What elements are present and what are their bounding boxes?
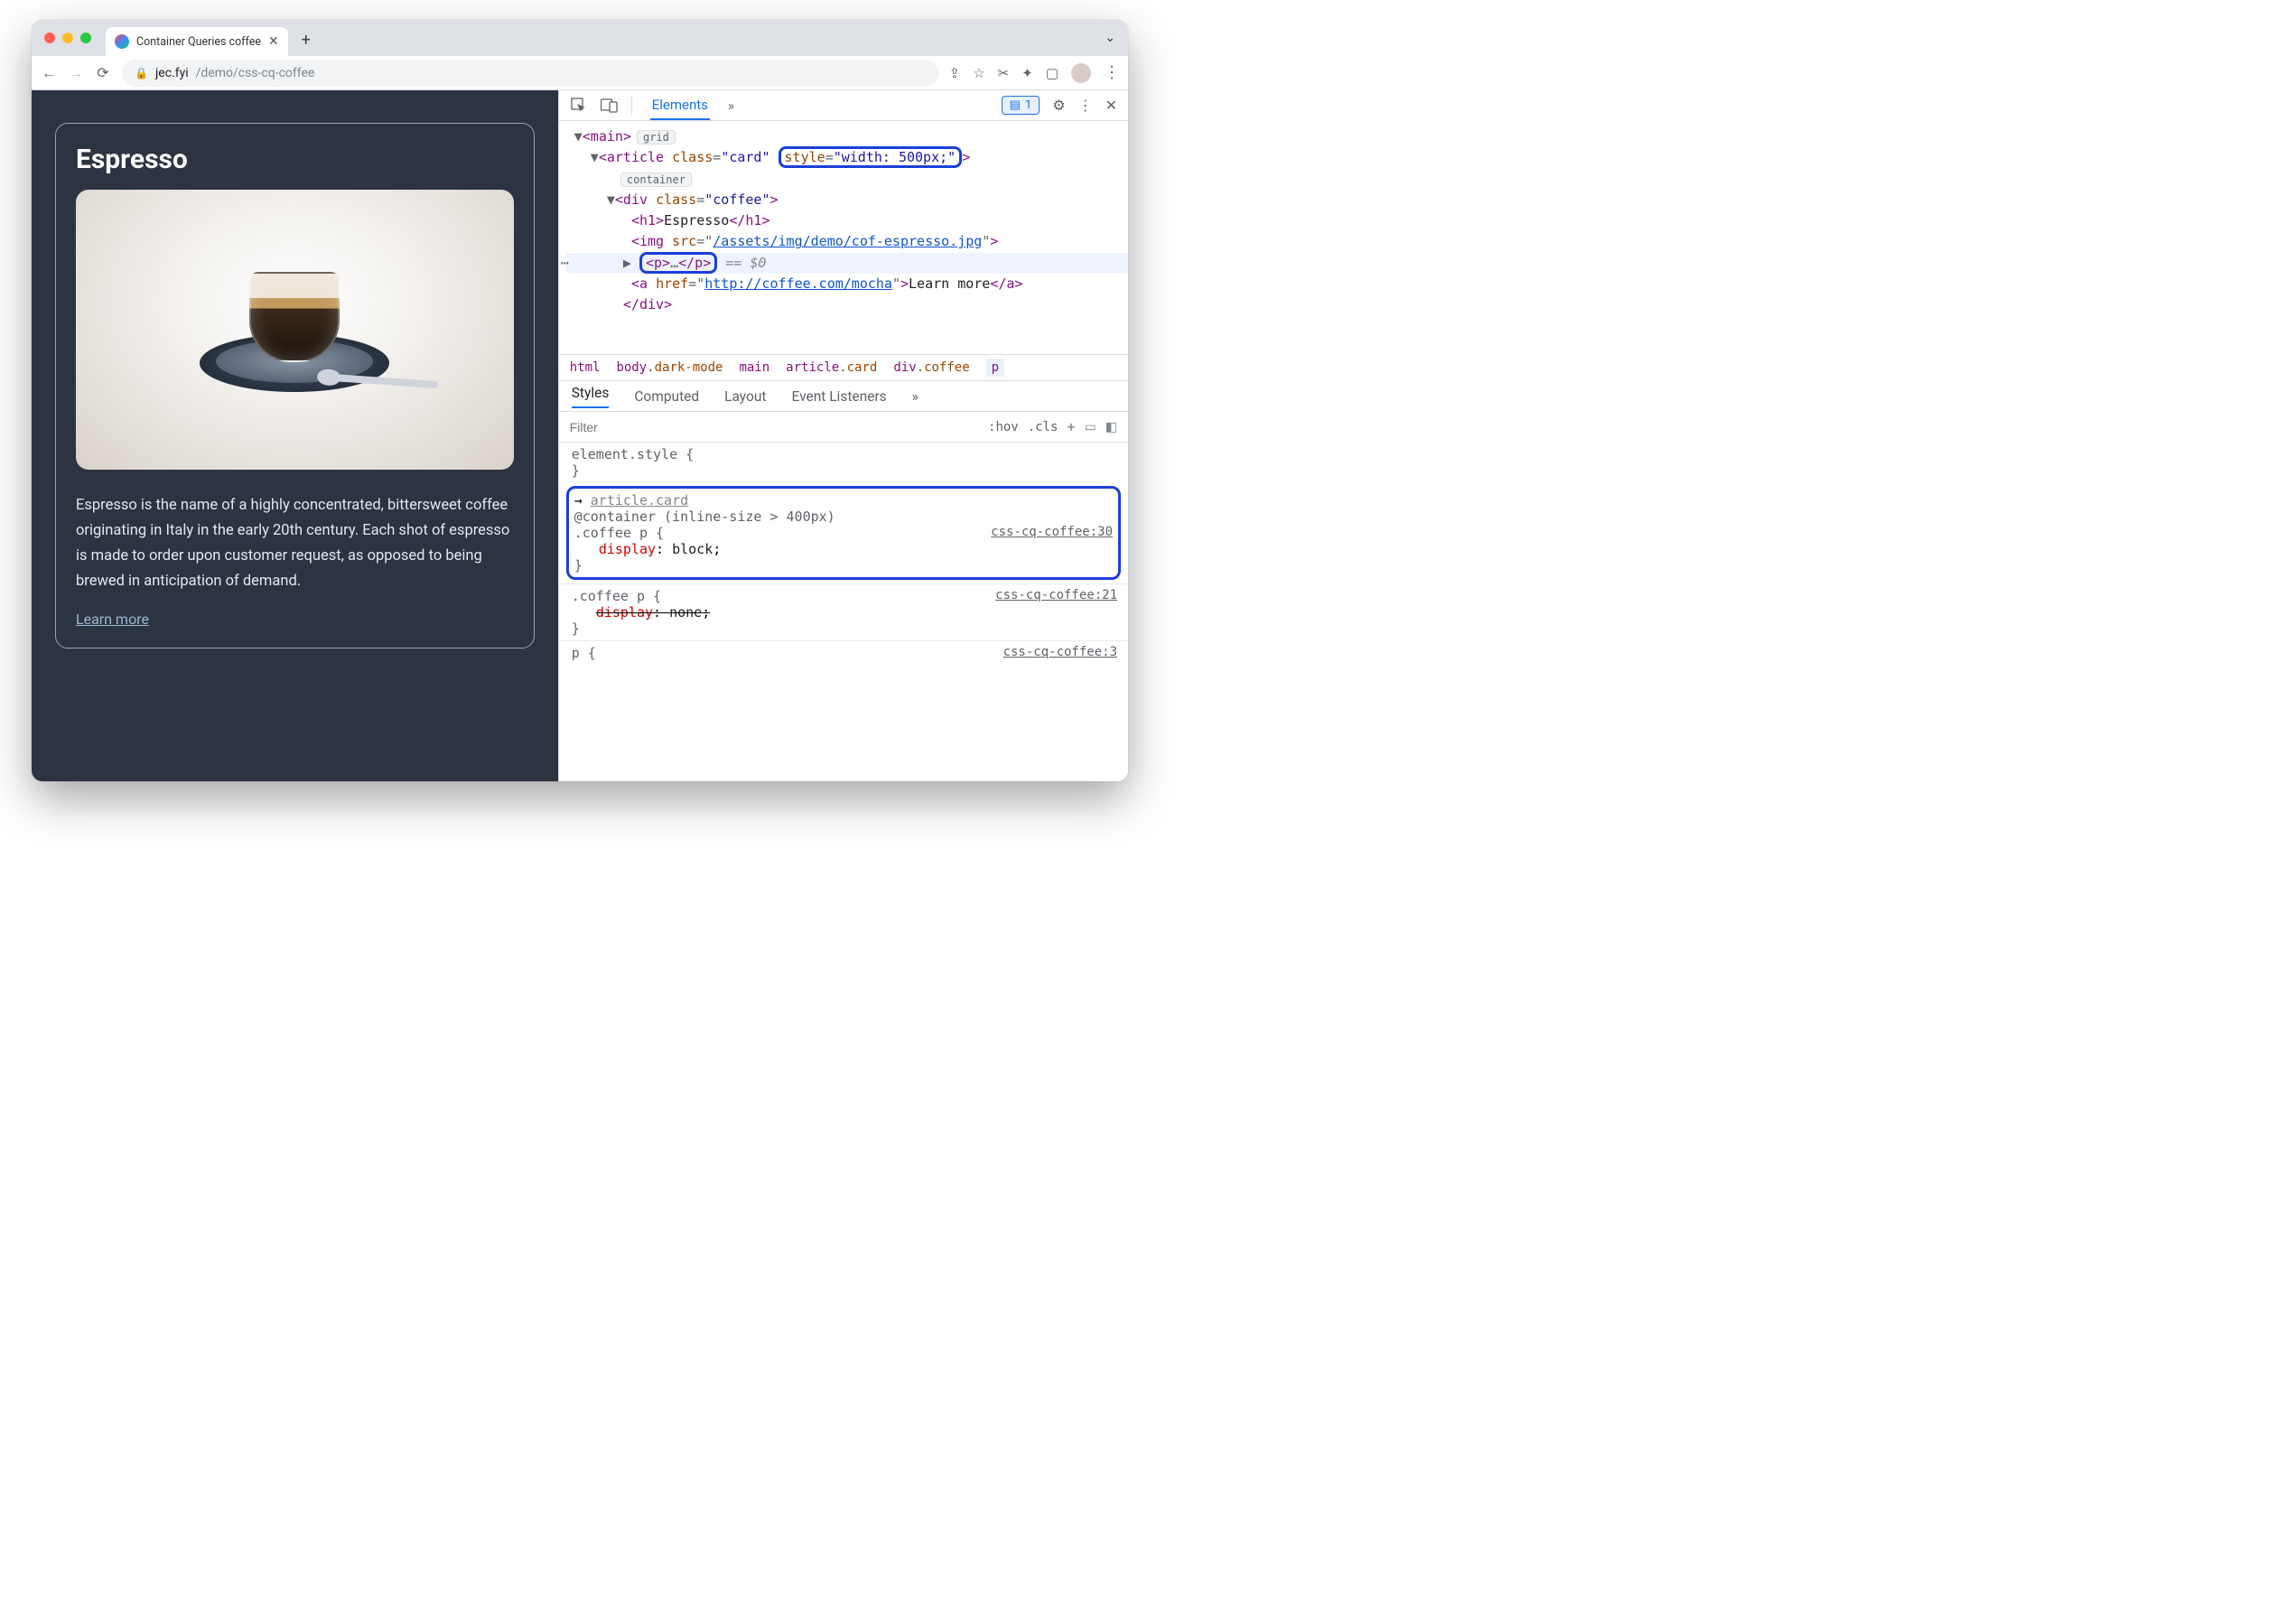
styles-filter-row: :hov .cls + ▭ ◧ (559, 412, 1128, 443)
chrome-menu-button[interactable]: ⋮ (1104, 63, 1119, 82)
url-host: jec.fyi (155, 66, 189, 80)
extensions-icon[interactable]: ✦ (1021, 65, 1033, 81)
style-highlight: style="width: 500px;" (779, 146, 963, 168)
dom-breadcrumbs[interactable]: html body.dark-mode main article.card di… (559, 354, 1128, 381)
dom-tree[interactable]: ▼<main>grid ▼<article class="card" style… (559, 121, 1128, 354)
devtools-panel: Elements » ▤ 1 ⚙ ⋮ ✕ ▼<main>grid ▼<artic… (558, 90, 1128, 781)
url-path: /demo/css-cq-coffee (196, 66, 315, 80)
devtools-menu-icon[interactable]: ⋮ (1078, 97, 1093, 114)
close-window-button[interactable] (44, 33, 55, 43)
element-style-rule[interactable]: element.style { } (559, 443, 1128, 482)
grid-badge[interactable]: grid (637, 130, 676, 145)
card-body: Espresso is the name of a highly concent… (76, 493, 514, 594)
coffee-card: Espresso Espresso is the name of a highl… (55, 123, 535, 649)
issues-count: 1 (1025, 98, 1031, 112)
toolbar-actions: ⇪ ☆ ✂ ✦ ▢ ⋮ (949, 63, 1119, 83)
tab-title: Container Queries coffee (136, 35, 261, 49)
content-area: Espresso Espresso is the name of a highl… (32, 90, 1128, 781)
favicon-icon (115, 34, 129, 49)
crumb-body[interactable]: body.dark-mode (616, 360, 723, 375)
maximize-window-button[interactable] (80, 33, 91, 43)
device-toggle-icon[interactable] (601, 97, 619, 115)
layout-tab[interactable]: Layout (724, 388, 766, 405)
close-tab-button[interactable]: ✕ (268, 34, 279, 49)
bookmark-icon[interactable]: ☆ (973, 65, 984, 81)
settings-icon[interactable]: ⚙ (1052, 97, 1065, 114)
more-tabs-button[interactable]: » (726, 92, 736, 119)
card-title: Espresso (76, 144, 514, 175)
container-query-rule-highlight: → article.card @container (inline-size >… (566, 486, 1121, 580)
profile-avatar[interactable] (1071, 63, 1091, 83)
p-highlight: <p>…</p> (639, 252, 717, 274)
coffee-image (76, 190, 514, 470)
row-actions-icon[interactable]: ⋯ (561, 253, 569, 274)
styles-filter-input[interactable] (570, 420, 979, 434)
hov-toggle[interactable]: :hov (988, 420, 1019, 434)
minimize-window-button[interactable] (62, 33, 73, 43)
styles-tab[interactable]: Styles (572, 385, 610, 408)
close-devtools-button[interactable]: ✕ (1105, 97, 1117, 114)
reload-button[interactable]: ⟳ (95, 64, 111, 81)
window-controls (44, 33, 91, 43)
issues-badge[interactable]: ▤ 1 (1002, 96, 1040, 115)
cls-toggle[interactable]: .cls (1028, 420, 1059, 434)
forward-button[interactable]: → (68, 64, 84, 82)
container-origin-link[interactable]: article.card (591, 492, 688, 509)
event-listeners-tab[interactable]: Event Listeners (791, 388, 886, 405)
toolbar: ← → ⟳ 🔒 jec.fyi/demo/css-cq-coffee ⇪ ☆ ✂… (32, 56, 1128, 90)
crumb-html[interactable]: html (570, 360, 601, 375)
inspect-icon[interactable] (570, 97, 588, 115)
tabs-menu-button[interactable]: ⌄ (1105, 31, 1115, 45)
scissors-icon[interactable]: ✂ (998, 65, 1010, 81)
reading-list-icon[interactable]: ▢ (1046, 65, 1059, 81)
address-bar[interactable]: 🔒 jec.fyi/demo/css-cq-coffee (122, 60, 938, 87)
crumb-p[interactable]: p (986, 359, 1004, 377)
share-icon[interactable]: ⇪ (949, 65, 961, 81)
container-badge[interactable]: container (620, 173, 692, 187)
crumb-div[interactable]: div.coffee (893, 360, 969, 375)
new-tab-button[interactable]: + (294, 27, 319, 52)
lock-icon: 🔒 (135, 67, 148, 79)
crumb-article[interactable]: article.card (786, 360, 877, 375)
styles-pane[interactable]: element.style { } → article.card @contai… (559, 443, 1128, 781)
crumb-main[interactable]: main (739, 360, 769, 375)
toggle-sidebar-icon[interactable]: ◧ (1105, 420, 1117, 434)
tab-strip: Container Queries coffee ✕ + ⌄ (32, 20, 1128, 56)
selected-dom-node[interactable]: ⋯ ▶ <p>…</p> == $0 (566, 253, 1128, 274)
styles-tabs: Styles Computed Layout Event Listeners » (559, 381, 1128, 412)
learn-more-link[interactable]: Learn more (76, 611, 149, 628)
devtools-toolbar: Elements » ▤ 1 ⚙ ⋮ ✕ (559, 90, 1128, 121)
browser-window: Container Queries coffee ✕ + ⌄ ← → ⟳ 🔒 j… (32, 20, 1128, 781)
rendered-page: Espresso Espresso is the name of a highl… (32, 90, 558, 781)
computed-tab[interactable]: Computed (634, 388, 699, 405)
source-link-3[interactable]: css-cq-coffee:3 (1003, 645, 1117, 659)
styles-pane-icon[interactable]: ▭ (1085, 420, 1096, 434)
source-link-30[interactable]: css-cq-coffee:30 (991, 525, 1113, 539)
overridden-rule[interactable]: css-cq-coffee:21.coffee p { display: non… (559, 583, 1128, 640)
styles-more-tabs[interactable]: » (912, 388, 919, 405)
elements-tab[interactable]: Elements (650, 91, 710, 120)
message-icon: ▤ (1010, 98, 1021, 112)
back-button[interactable]: ← (41, 64, 57, 82)
new-style-rule-button[interactable]: + (1067, 418, 1075, 435)
browser-tab[interactable]: Container Queries coffee ✕ (106, 27, 288, 56)
p-rule[interactable]: css-cq-coffee:3p { (559, 640, 1128, 665)
source-link-21[interactable]: css-cq-coffee:21 (995, 588, 1117, 602)
